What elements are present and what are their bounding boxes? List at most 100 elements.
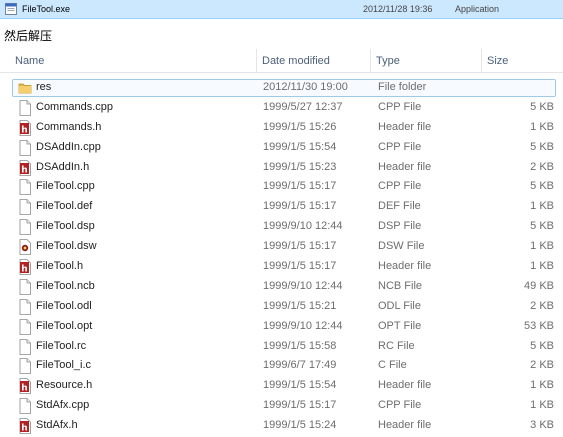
file-type: DEF File <box>378 200 421 213</box>
column-header-size[interactable]: Size <box>482 49 552 73</box>
file-name: Commands.cpp <box>36 100 114 113</box>
file-row[interactable]: FileTool.ncb 1999/9/10 12:44 NCB File 49 KB <box>0 277 563 297</box>
file-size: 1 KB <box>530 379 554 392</box>
application-icon <box>5 3 17 15</box>
file-date: 1999/9/10 12:44 <box>263 279 343 292</box>
file-name: res <box>36 81 52 93</box>
svg-text:h: h <box>21 165 27 175</box>
file-date: 1999/9/10 12:44 <box>263 319 343 332</box>
document-icon <box>19 358 31 375</box>
file-size: 1 KB <box>530 200 554 213</box>
file-type: Application <box>455 4 500 14</box>
file-size: 1 KB <box>530 399 554 412</box>
file-name: DSAddIn.h <box>36 160 90 173</box>
file-date: 1999/1/5 15:54 <box>263 140 337 153</box>
file-date: 1999/6/7 17:49 <box>263 359 337 372</box>
file-date: 1999/1/5 15:58 <box>263 339 337 352</box>
file-name: FileTool.ncb <box>36 279 95 292</box>
file-date: 1999/1/5 15:17 <box>263 200 337 213</box>
file-name: Resource.h <box>36 379 93 392</box>
header-file-icon: h <box>19 418 31 435</box>
file-row[interactable]: FileTool.dsp 1999/9/10 12:44 DSP File 5 KB <box>0 217 563 237</box>
file-size: 1 KB <box>530 260 554 273</box>
file-name: FileTool.odl <box>36 299 92 312</box>
folder-icon <box>18 83 32 94</box>
file-date: 1999/1/5 15:17 <box>263 399 337 412</box>
file-date: 2012/11/30 19:00 <box>263 81 348 93</box>
svg-text:h: h <box>21 125 27 135</box>
header-file-icon: h <box>19 119 31 136</box>
file-name: FileTool.cpp <box>36 180 95 193</box>
file-row[interactable]: h StdAfx.h 1999/1/5 15:24 Header file 3 KB <box>0 416 563 436</box>
file-name: FileTool_i.c <box>36 359 92 372</box>
file-date: 1999/1/5 15:17 <box>263 260 337 273</box>
file-row[interactable]: FileTool.opt 1999/9/10 12:44 OPT File 53 KB <box>0 317 563 337</box>
header-file-icon: h <box>19 259 31 275</box>
file-name: StdAfx.h <box>36 419 78 432</box>
file-type: Header file <box>378 160 432 173</box>
document-icon <box>19 199 31 216</box>
file-row[interactable]: h Resource.h 1999/1/5 15:54 Header file 1 KB <box>0 376 563 396</box>
file-type: Header file <box>378 419 432 432</box>
folder-row[interactable]: res 2012/11/30 19:00 File folder <box>0 78 563 98</box>
file-row[interactable]: StdAfx.cpp 1999/1/5 15:17 CPP File 1 KB <box>0 396 563 416</box>
selected-file-row[interactable]: FileTool.exe 2012/11/28 19:36 Applicatio… <box>0 0 563 19</box>
column-header: Name Date modified Type Size <box>0 49 563 73</box>
file-type: CPP File <box>378 399 422 412</box>
file-row[interactable]: FileTool.dsw 1999/1/5 15:17 DSW File 1 KB <box>0 237 563 257</box>
file-row[interactable]: h Commands.h 1999/1/5 15:26 Header file 1 KB <box>0 118 563 138</box>
file-size: 5 KB <box>530 140 554 153</box>
file-rows: res 2012/11/30 19:00 File folder Commands.c… <box>0 78 563 436</box>
file-name: FileTool.rc <box>36 339 87 352</box>
file-type: File folder <box>378 81 427 93</box>
file-row[interactable]: Commands.cpp 1999/5/27 12:37 CPP File 5 KB <box>0 98 563 118</box>
column-header-type[interactable]: Type <box>371 49 482 73</box>
file-size: 2 KB <box>530 359 554 372</box>
file-name: FileTool.h <box>36 260 84 273</box>
file-date: 1999/1/5 15:26 <box>263 120 337 133</box>
column-header-name[interactable]: Name <box>10 49 257 73</box>
file-type: DSW File <box>378 240 425 253</box>
file-size: 49 KB <box>524 279 554 292</box>
file-name: FileTool.dsp <box>36 220 95 233</box>
file-size: 2 KB <box>530 299 554 312</box>
file-size: 53 KB <box>524 319 554 332</box>
file-size: 5 KB <box>530 180 554 193</box>
document-icon <box>19 279 31 295</box>
file-date: 1999/1/5 15:21 <box>263 299 337 312</box>
file-name: FileTool.exe <box>22 4 71 14</box>
file-size: 5 KB <box>530 220 554 233</box>
caption-text: 然后解压 <box>4 29 53 43</box>
file-size: 5 KB <box>530 339 554 352</box>
file-row[interactable]: FileTool.rc 1999/1/5 15:58 RC File 5 KB <box>0 337 563 357</box>
file-type: C File <box>378 359 407 372</box>
document-icon <box>19 99 31 116</box>
column-header-date[interactable]: Date modified <box>257 49 371 73</box>
file-type: ODL File <box>378 299 421 312</box>
file-row[interactable]: FileTool.def 1999/1/5 15:17 DEF File 1 KB <box>0 197 563 217</box>
file-size: 5 KB <box>530 100 554 113</box>
header-file-icon: h <box>19 159 31 176</box>
file-row[interactable]: FileTool.cpp 1999/1/5 15:17 CPP File 5 KB <box>0 177 563 197</box>
file-type: NCB File <box>378 279 423 292</box>
file-row[interactable]: DSAddIn.cpp 1999/1/5 15:54 CPP File 5 KB <box>0 138 563 158</box>
file-type: Header file <box>378 260 432 273</box>
file-size: 1 KB <box>530 120 554 133</box>
file-type: Header file <box>378 120 432 133</box>
file-name: FileTool.dsw <box>36 240 97 253</box>
svg-text:h: h <box>21 423 27 433</box>
file-row[interactable]: FileTool_i.c 1999/6/7 17:49 C File 2 KB <box>0 356 563 376</box>
svg-text:h: h <box>21 264 27 274</box>
document-icon <box>19 398 31 415</box>
header-file-icon: h <box>19 378 31 395</box>
file-row[interactable]: h FileTool.h 1999/1/5 15:17 Header file 1 KB <box>0 257 563 277</box>
workspace-file-icon <box>19 239 31 256</box>
file-size: 2 KB <box>530 160 554 173</box>
file-row[interactable]: h DSAddIn.h 1999/1/5 15:23 Header file 2 KB <box>0 158 563 178</box>
document-icon <box>19 318 31 335</box>
document-icon <box>19 338 31 355</box>
file-size: 1 KB <box>530 240 554 253</box>
file-row[interactable]: FileTool.odl 1999/1/5 15:21 ODL File 2 KB <box>0 297 563 317</box>
document-icon <box>19 179 31 196</box>
file-type: Header file <box>378 379 432 392</box>
